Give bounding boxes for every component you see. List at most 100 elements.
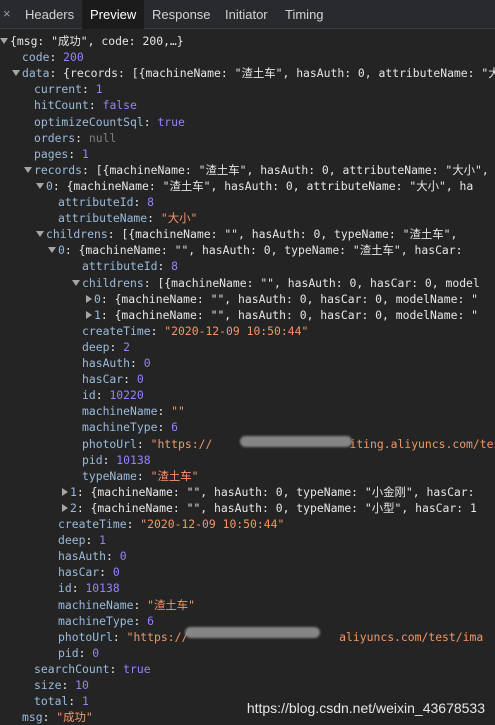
devtools-tab-bar: × Headers Preview Response Initiator Tim… <box>0 0 495 29</box>
tree-colon: : <box>133 195 148 209</box>
tree-key: msg <box>22 710 43 725</box>
tree-colon: : <box>112 629 127 644</box>
tree-row: current: 1 <box>34 81 103 97</box>
tree-colon: : <box>49 50 64 65</box>
tree-key: typeName <box>82 468 137 483</box>
tree-colon: : <box>88 98 103 113</box>
collapsed-triangle-icon[interactable] <box>62 503 68 512</box>
tab-timing[interactable]: Timing <box>285 7 324 22</box>
tree-node-toggle[interactable]: data: {records: [{machineName: "渣土车", ha… <box>12 65 495 81</box>
tree-key: childrens <box>46 227 108 242</box>
tree-value: {machineName: "渣土车", hasAuth: 0, attribu… <box>66 178 474 193</box>
tree-value: 1 <box>82 694 89 709</box>
tree-value: "渣土车" <box>150 468 199 483</box>
tree-value: true <box>157 114 185 129</box>
tree-value: {machineName: "", hasAuth: 0, typeName: … <box>90 484 475 499</box>
tree-value: "2020-12-09 10:50:44" <box>164 323 309 338</box>
tree-value: true <box>123 661 151 676</box>
collapsed-triangle-icon[interactable] <box>86 294 92 303</box>
tree-key: size <box>34 678 62 692</box>
tree-key: machineType <box>58 613 134 628</box>
tree-row: searchCount: true <box>34 661 151 677</box>
tree-colon: : <box>157 404 172 419</box>
tree-node-toggle[interactable]: 2: {machineName: "", hasAuth: 0, typeNam… <box>62 500 477 516</box>
tree-row: size: 10 <box>34 677 89 693</box>
tree-colon: : <box>52 178 67 193</box>
tree-value: "" <box>171 404 185 419</box>
tree-node-toggle[interactable]: 1: {machineName: "", hasAuth: 0, typeNam… <box>62 484 475 500</box>
expanded-triangle-icon[interactable] <box>24 166 32 173</box>
expanded-triangle-icon[interactable] <box>72 279 80 286</box>
tree-value: 0 <box>143 356 151 370</box>
tree-colon: : <box>136 468 151 483</box>
tree-colon: : <box>76 484 91 499</box>
tree-colon: : <box>61 678 76 692</box>
tree-row: attributeId: 8 <box>82 258 178 274</box>
tree-row: total: 1 <box>34 693 89 709</box>
tree-row: hasCar: 0 <box>58 564 120 580</box>
tree-key: deep <box>82 339 110 354</box>
expanded-triangle-icon[interactable] <box>0 38 8 44</box>
tree-node-toggle[interactable]: 0: {machineName: "", hasAuth: 0, typeNam… <box>48 242 463 258</box>
tree-value: [{machineName: "渣土车", hasAuth: 0, attrib… <box>95 162 489 177</box>
expanded-triangle-icon[interactable] <box>36 182 44 189</box>
tab-initiator[interactable]: Initiator <box>225 7 268 22</box>
tree-row: hasCar: 0 <box>82 371 144 387</box>
tree-row: attributeName: "大小" <box>58 210 197 226</box>
tab-headers[interactable]: Headers <box>25 7 74 22</box>
tree-node-toggle[interactable]: childrens: [{machineName: "", hasAuth: 0… <box>72 275 480 291</box>
tree-node-toggle[interactable]: childrens: [{machineName: "", hasAuth: 0… <box>36 226 457 242</box>
tree-value: 0 <box>92 645 100 660</box>
expanded-triangle-icon[interactable] <box>48 247 56 254</box>
tree-row: attributeId: 8 <box>58 194 154 210</box>
tree-value: 10220 <box>109 388 144 403</box>
tree-row: createTime: "2020-12-09 10:50:44" <box>58 516 284 532</box>
tree-node-toggle[interactable]: 0: {machineName: "渣土车", hasAuth: 0, attr… <box>36 178 474 194</box>
tree-value: null <box>88 130 117 145</box>
tree-colon: : <box>157 259 172 274</box>
tree-key: hitCount <box>34 98 89 113</box>
tree-row: optimizeCountSql: true <box>34 114 185 130</box>
tree-value: 10138 <box>116 452 151 467</box>
tree-value: "成功" <box>56 710 93 725</box>
tree-key: 1 <box>94 307 101 322</box>
expanded-triangle-icon[interactable] <box>12 70 20 77</box>
tab-response[interactable]: Response <box>152 7 211 22</box>
tree-key: attributeId <box>82 259 158 274</box>
tree-colon: : <box>143 275 158 290</box>
tree-key: hasCar <box>58 565 100 580</box>
tree-row: deep: 2 <box>82 339 130 355</box>
tree-colon: : <box>42 710 57 725</box>
tree-key: pages <box>34 146 69 161</box>
tree-row: hasAuth: 0 <box>58 548 127 564</box>
tree-colon: : <box>136 436 151 451</box>
tree-colon: : <box>82 82 96 97</box>
tree-colon: : <box>100 307 115 322</box>
collapsed-triangle-icon[interactable] <box>86 310 92 319</box>
tree-node-toggle[interactable]: records: [{machineName: "渣土车", hasAuth: … <box>24 162 489 178</box>
tree-value: {machineName: "", hasAuth: 0, hasCar: 0,… <box>114 291 479 306</box>
tree-row: pid: 10138 <box>82 452 151 468</box>
tree-row: msg: "成功" <box>22 709 93 725</box>
tree-colon: : <box>82 162 96 177</box>
tree-row: hitCount: false <box>34 97 137 113</box>
tree-value: 8 <box>171 259 179 274</box>
tree-node-toggle[interactable]: 0: {machineName: "", hasAuth: 0, hasCar:… <box>86 291 479 307</box>
tree-row: code: 200 <box>22 49 84 65</box>
tree-row: createTime: "2020-12-09 10:50:44" <box>82 323 308 339</box>
tree-value: 200 <box>63 50 84 65</box>
tree-node-toggle[interactable]: 1: {machineName: "", hasAuth: 0, hasCar:… <box>86 307 478 323</box>
tree-value: 1 <box>99 533 107 548</box>
expanded-triangle-icon[interactable] <box>36 231 44 238</box>
tree-colon: : <box>150 323 165 338</box>
collapsed-triangle-icon[interactable] <box>62 487 68 496</box>
tree-node-toggle[interactable]: {msg: "成功", code: 200,…} <box>0 33 184 49</box>
tree-row: machineName: "" <box>82 403 185 419</box>
tab-preview[interactable]: Preview <box>82 0 145 29</box>
close-panel-icon[interactable]: × <box>3 6 11 21</box>
tree-key: createTime <box>82 323 151 338</box>
tree-value: 10138 <box>85 581 120 596</box>
tree-key: orders <box>34 130 76 145</box>
tree-colon: : <box>64 243 79 258</box>
tree-key: total <box>34 694 69 709</box>
